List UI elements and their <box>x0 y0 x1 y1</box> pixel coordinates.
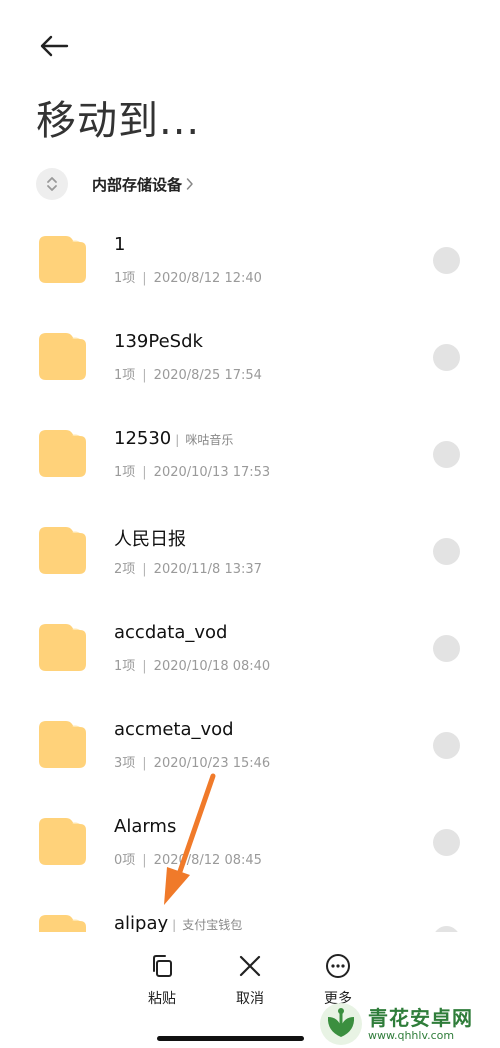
more-icon <box>324 952 352 980</box>
folder-row[interactable]: 12530 | 咪咕音乐 1项 | 2020/10/13 17:53 <box>0 404 500 501</box>
select-radio[interactable] <box>433 344 460 371</box>
folder-meta: 2项 | 2020/11/8 13:37 <box>114 562 262 577</box>
select-radio[interactable] <box>433 538 460 565</box>
folder-row[interactable]: 人民日报 2项 | 2020/11/8 13:37 <box>0 501 500 598</box>
folder-app-tag: | 咪咕音乐 <box>175 433 234 447</box>
select-radio[interactable] <box>433 829 460 856</box>
folder-meta: 1项 | 2020/10/18 08:40 <box>114 659 271 674</box>
paste-button[interactable]: 粘贴 <box>132 952 192 1008</box>
select-radio[interactable] <box>433 441 460 468</box>
folder-name: alipay | 支付宝钱包 <box>114 913 243 932</box>
paste-icon <box>148 952 176 980</box>
watermark-title: 青花安卓网 <box>368 1005 473 1030</box>
folder-name: accdata_vod <box>114 622 228 643</box>
paste-label: 粘贴 <box>148 991 176 1007</box>
folder-row[interactable]: alipay | 支付宝钱包 <box>0 889 500 932</box>
folder-icon <box>39 721 86 768</box>
folder-name: Alarms <box>114 816 177 837</box>
home-indicator[interactable] <box>157 1036 304 1041</box>
folder-name: 人民日报 <box>114 529 186 550</box>
cancel-label: 取消 <box>236 991 264 1007</box>
watermark-url: www.qhhlv.com <box>368 1028 455 1042</box>
folder-name: 1 <box>114 234 126 255</box>
leaf-logo-icon <box>320 1003 362 1045</box>
breadcrumb: 内部存储设备 <box>36 166 194 202</box>
select-radio[interactable] <box>433 247 460 274</box>
folder-icon <box>39 624 86 671</box>
arrow-left-icon <box>40 35 69 57</box>
back-button[interactable] <box>34 28 74 64</box>
folder-icon <box>39 527 86 574</box>
folder-row[interactable]: 139PeSdk 1项 | 2020/8/25 17:54 <box>0 307 500 404</box>
page-title: 移动到... <box>36 98 201 144</box>
folder-icon <box>39 430 86 477</box>
folder-row[interactable]: accmeta_vod 3项 | 2020/10/23 15:46 <box>0 695 500 792</box>
folder-icon <box>39 236 86 283</box>
folder-list: 1 1项 | 2020/8/12 12:40 139PeSdk 1项 | 2020/8/… <box>0 210 500 932</box>
move-to-screen: 移动到... 内部存储设备 1 1项 | 2020/8/12 12:40 139… <box>0 0 500 1048</box>
watermark-logo: 青花安卓网 www.qhhlv.com <box>318 1000 500 1048</box>
close-icon <box>236 952 264 980</box>
folder-icon <box>39 333 86 380</box>
chevron-right-icon <box>186 177 194 191</box>
select-radio[interactable] <box>433 635 460 662</box>
folder-meta: 3项 | 2020/10/23 15:46 <box>114 756 271 771</box>
folder-row[interactable]: Alarms 0项 | 2020/8/12 08:45 <box>0 792 500 889</box>
folder-icon <box>39 915 86 932</box>
cancel-button[interactable]: 取消 <box>220 952 280 1008</box>
folder-meta: 1项 | 2020/10/13 17:53 <box>114 465 271 480</box>
folder-meta: 1项 | 2020/8/12 12:40 <box>114 271 262 286</box>
folder-row[interactable]: accdata_vod 1项 | 2020/10/18 08:40 <box>0 598 500 695</box>
storage-path-label[interactable]: 内部存储设备 <box>92 174 182 195</box>
folder-name: accmeta_vod <box>114 719 234 740</box>
folder-app-tag: | 支付宝钱包 <box>172 918 243 932</box>
folder-meta: 0项 | 2020/8/12 08:45 <box>114 853 262 868</box>
sort-updown-icon <box>47 177 57 191</box>
folder-name: 12530 | 咪咕音乐 <box>114 428 234 449</box>
folder-meta: 1项 | 2020/8/25 17:54 <box>114 368 262 383</box>
folder-name: 139PeSdk <box>114 331 203 352</box>
folder-row[interactable]: 1 1项 | 2020/8/12 12:40 <box>0 210 500 307</box>
select-radio[interactable] <box>433 732 460 759</box>
folder-icon <box>39 818 86 865</box>
sort-toggle-button[interactable] <box>36 168 68 200</box>
